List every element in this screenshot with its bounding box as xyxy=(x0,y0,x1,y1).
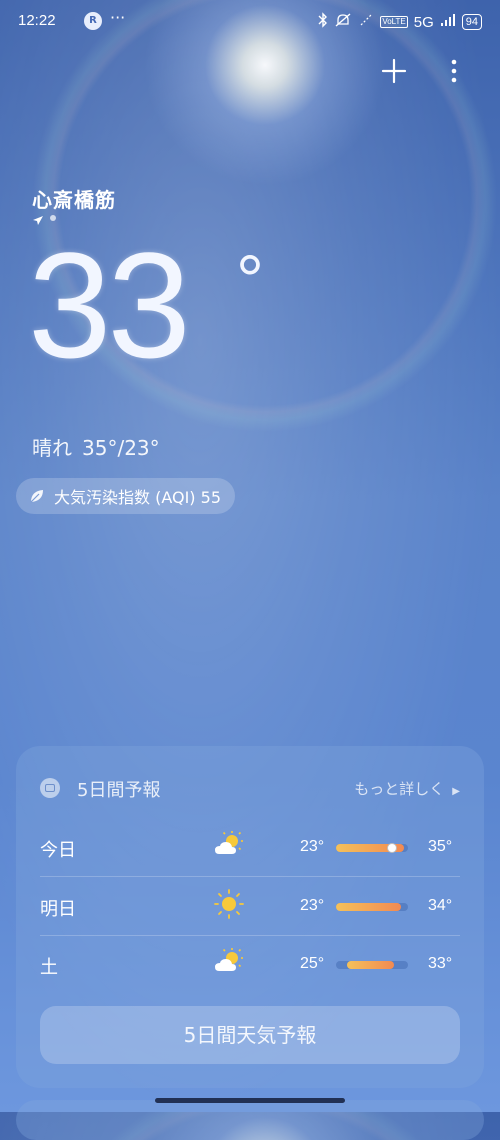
home-indicator[interactable] xyxy=(155,1098,345,1103)
more-notifications-icon: ··· xyxy=(110,8,126,27)
aqi-chip[interactable]: 大気汚染指数 (AQI) 55 xyxy=(16,478,235,514)
forecast-low: 23° xyxy=(300,897,325,914)
more-options-button[interactable] xyxy=(438,55,470,87)
more-details-label: もっと詳しく xyxy=(354,780,445,798)
status-right: VoLTE 5G 94 xyxy=(318,12,482,32)
temp-range-bar xyxy=(336,903,408,911)
notification-badge-icon: R xyxy=(84,12,102,30)
forecast-low: 23° xyxy=(300,838,325,855)
signal-icon xyxy=(440,13,456,31)
volte-icon: VoLTE xyxy=(380,16,408,28)
forecast-row-saturday[interactable]: 土 25° 33° xyxy=(40,935,456,993)
status-time: 12:22 xyxy=(18,12,56,29)
plus-icon xyxy=(381,58,407,84)
forecast-high: 33° xyxy=(428,955,453,972)
calendar-icon xyxy=(40,778,60,798)
forecast-header: 5日間予報 もっと詳しく ▶ xyxy=(40,776,460,801)
sunny-icon xyxy=(212,887,246,921)
more-details-link[interactable]: もっと詳しく ▶ xyxy=(354,778,460,799)
location-name[interactable]: 心斎橋筋 xyxy=(32,184,116,213)
aqi-label: 大気汚染指数 (AQI) 55 xyxy=(54,488,221,507)
forecast-high: 35° xyxy=(428,838,453,855)
condition-text: 晴れ xyxy=(32,436,72,460)
high-low-temp: 35°/23° xyxy=(82,436,160,460)
temp-range-bar xyxy=(336,843,408,853)
current-condition: 晴れ 35°/23° xyxy=(32,432,160,461)
degree-symbol: ° xyxy=(236,241,264,319)
next-card-peek xyxy=(16,1100,484,1140)
chevron-right-icon: ▶ xyxy=(452,786,460,797)
mute-icon xyxy=(334,12,352,32)
forecast-row-today[interactable]: 今日 23° 35° xyxy=(40,818,456,876)
forecast-day: 今日 xyxy=(40,840,76,861)
partly-cloudy-icon xyxy=(212,828,246,862)
current-temperature: 33 xyxy=(28,221,191,389)
bluetooth-icon xyxy=(318,12,328,32)
battery-icon: 94 xyxy=(461,14,482,30)
forecast-high: 34° xyxy=(428,897,453,914)
vertical-dots-icon xyxy=(451,59,457,83)
forecast-low: 25° xyxy=(300,955,325,972)
wifi-signal-icon xyxy=(358,13,374,31)
forecast-title: 5日間予報 xyxy=(77,780,161,801)
temp-range-bar xyxy=(336,961,408,969)
temp-range-fill xyxy=(346,961,394,969)
add-location-button[interactable] xyxy=(378,55,410,87)
forecast-card: 5日間予報 もっと詳しく ▶ 今日 23° 35° 明日 23° 34° 土 25… xyxy=(16,746,484,1088)
forecast-day: 土 xyxy=(40,957,58,978)
temp-range-fill xyxy=(336,903,401,911)
partly-cloudy-icon xyxy=(212,945,246,979)
status-bar: 12:22 R ··· VoLTE 5G 94 xyxy=(18,8,482,34)
forecast-day: 明日 xyxy=(40,899,76,920)
leaf-icon xyxy=(30,490,43,503)
network-type: 5G xyxy=(413,13,434,31)
forecast-row-tomorrow[interactable]: 明日 23° 34° xyxy=(40,877,456,935)
five-day-forecast-button[interactable]: 5日間天気予報 xyxy=(40,1006,460,1064)
